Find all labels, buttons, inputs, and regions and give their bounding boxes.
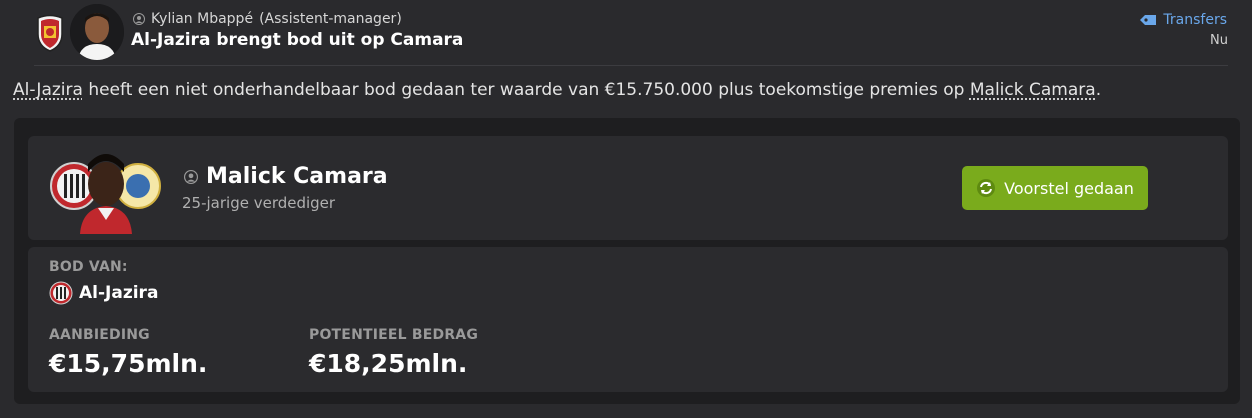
club-crest-icon	[49, 281, 73, 305]
offer-club-name[interactable]: Al-Jazira	[79, 283, 158, 303]
person-icon	[133, 13, 145, 25]
message-title: Al-Jazira brengt bod uit op Camara	[131, 30, 464, 50]
timestamp: Nu	[1210, 33, 1228, 48]
refresh-icon	[977, 179, 996, 197]
player-link[interactable]: Malick Camara	[970, 80, 1096, 100]
offer-club-row[interactable]: Al-Jazira	[49, 281, 158, 305]
player-description: 25-jarige verdediger	[182, 194, 336, 212]
sender-line: Kylian Mbappé (Assistent-manager)	[133, 11, 402, 27]
message-body: Al-Jazira heeft een niet onderhandelbaar…	[13, 80, 1101, 100]
potential-amount-value: €18,25mln.	[309, 349, 468, 378]
club-link[interactable]: Al-Jazira	[13, 80, 83, 100]
player-name[interactable]: Malick Camara	[206, 164, 388, 189]
message-text: heeft een niet onderhandelbaar bod gedaa…	[82, 80, 970, 100]
message-header: Kylian Mbappé (Assistent-manager) Al-Jaz…	[0, 0, 1252, 66]
sender-role: (Assistent-manager)	[259, 11, 402, 27]
manager-avatar[interactable]	[70, 4, 124, 60]
proposal-made-button[interactable]: Voorstel gedaan	[962, 166, 1148, 210]
player-name-row: Malick Camara	[184, 164, 388, 189]
proposal-button-label: Voorstel gedaan	[1004, 178, 1134, 198]
player-portrait[interactable]	[50, 146, 162, 234]
club-crest-icon[interactable]	[34, 14, 66, 52]
offer-amount-value: €15,75mln.	[49, 349, 208, 378]
header-divider	[34, 65, 1228, 66]
tag-icon	[1140, 15, 1157, 25]
sender-name[interactable]: Kylian Mbappé	[151, 11, 253, 27]
potential-amount-label: POTENTIEEL BEDRAG	[309, 327, 479, 343]
offer-from-label: BOD VAN:	[49, 259, 128, 275]
offer-details-card	[28, 247, 1228, 392]
person-icon	[184, 169, 198, 184]
transfers-category-link[interactable]: Transfers	[1139, 12, 1227, 28]
offer-amount-label: AANBIEDING	[49, 327, 150, 343]
transfers-label[interactable]: Transfers	[1163, 12, 1227, 28]
message-end: .	[1095, 80, 1102, 100]
